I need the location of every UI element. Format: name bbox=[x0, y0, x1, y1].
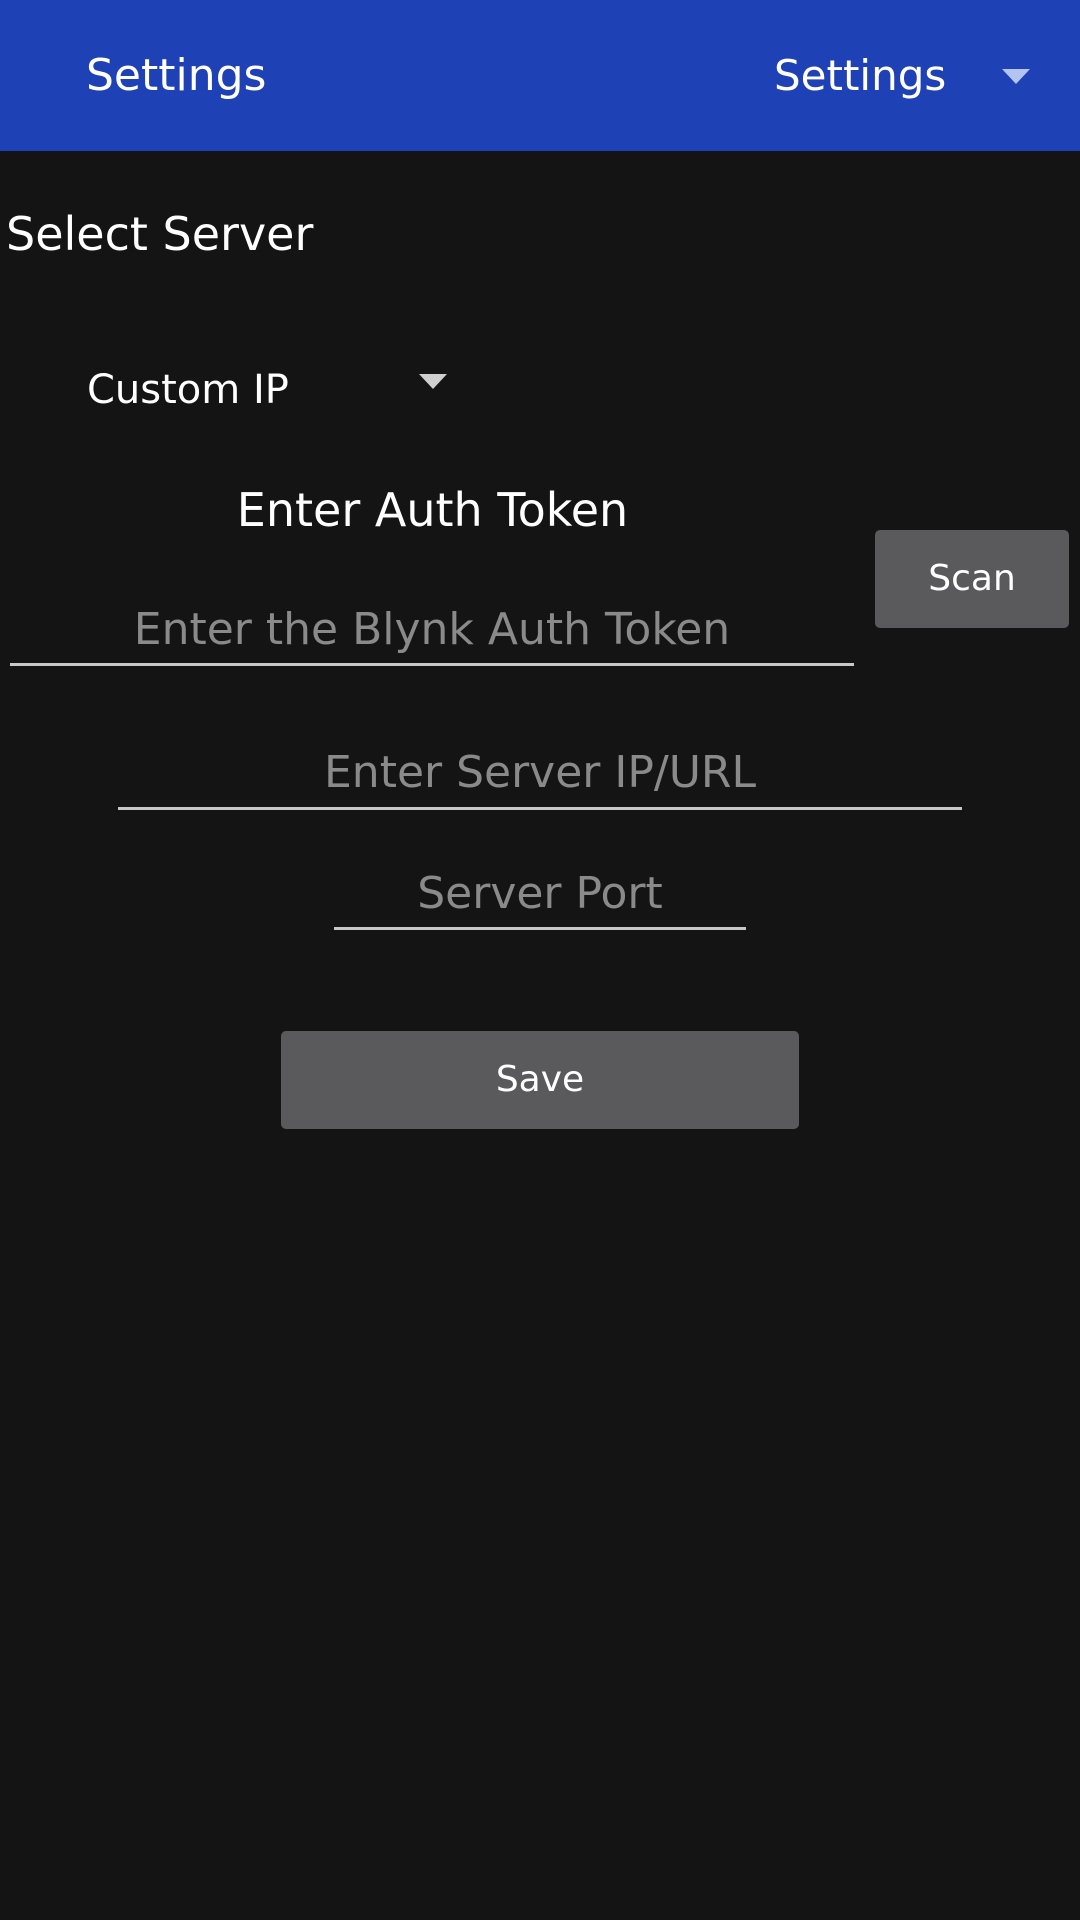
server-select-spinner[interactable]: Custom IP bbox=[60, 350, 460, 430]
auth-token-heading: Enter Auth Token bbox=[236, 483, 629, 537]
select-server-label: Select Server bbox=[6, 207, 314, 261]
settings-menu-spinner[interactable]: Settings bbox=[740, 36, 1070, 116]
settings-menu-spinner-value: Settings bbox=[774, 51, 947, 100]
save-button[interactable]: Save bbox=[281, 1031, 799, 1129]
scan-button[interactable]: Scan bbox=[875, 530, 1069, 628]
dropdown-arrow-icon bbox=[419, 374, 447, 389]
server-select-value: Custom IP bbox=[87, 367, 289, 413]
app-bar: Settings Settings bbox=[0, 0, 1080, 151]
app-bar-title: Settings bbox=[86, 50, 267, 101]
auth-token-input[interactable] bbox=[10, 596, 854, 666]
server-ip-input[interactable] bbox=[118, 738, 962, 810]
dropdown-arrow-icon bbox=[1002, 69, 1030, 84]
server-port-input[interactable] bbox=[334, 860, 746, 930]
